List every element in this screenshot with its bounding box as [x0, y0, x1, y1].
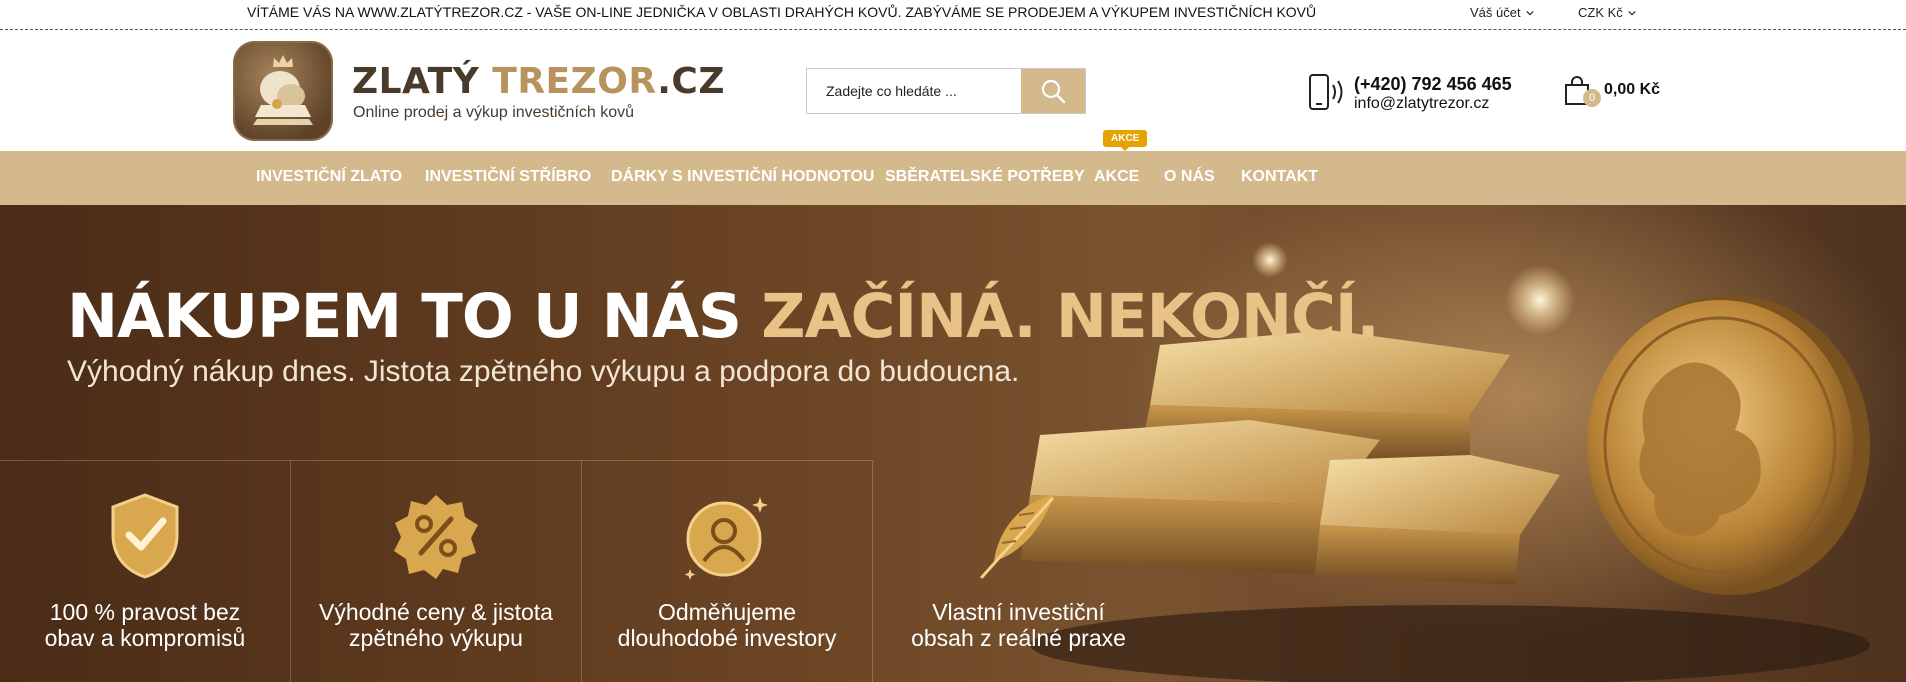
feature-prices-text: Výhodné ceny & jistota zpětného výkupu — [291, 599, 581, 651]
phone-number[interactable]: (+420) 792 456 465 — [1354, 74, 1512, 95]
feature-content: Vlastní investiční obsah z reálné praxe — [873, 461, 1164, 682]
nav-item-darky[interactable]: DÁRKY S INVESTIČNÍ HODNOTOU — [611, 168, 874, 186]
nav-item-kontakt[interactable]: KONTAKT — [1241, 168, 1318, 186]
cart-total[interactable]: 0,00 Kč — [1604, 81, 1660, 99]
brand-name-part1: ZLATÝ — [352, 61, 480, 102]
nav-item-investicni-zlato[interactable]: INVESTIČNÍ ZLATO — [256, 168, 402, 186]
hero-banner: NÁKUPEM TO U NÁS ZAČÍNÁ. NEKONČÍ. Výhodn… — [0, 205, 1906, 682]
cart-count-badge: 0 — [1583, 89, 1601, 107]
nav-item-sberatelske-potreby[interactable]: SBĚRATELSKÉ POTŘEBY — [885, 168, 1085, 186]
search-box — [806, 68, 1086, 114]
currency-label: CZK Kč — [1578, 5, 1623, 20]
feature-text-line1: Vlastní investiční — [932, 599, 1105, 625]
search-input[interactable] — [807, 69, 1021, 113]
account-label: Váš účet — [1470, 5, 1521, 20]
feature-text-line2: zpětného výkupu — [349, 625, 523, 651]
brand-tagline: Online prodej a výkup investičních kovů — [353, 104, 635, 121]
feature-prices: Výhodné ceny & jistota zpětného výkupu — [291, 461, 582, 682]
phone-icon — [1309, 74, 1343, 110]
feature-text-line1: 100 % pravost bez — [49, 599, 241, 625]
lion-logo-icon[interactable] — [233, 41, 333, 141]
brand-name-part3: .CZ — [657, 61, 725, 102]
nav-item-akce[interactable]: AKCE — [1094, 168, 1139, 186]
main-navigation: INVESTIČNÍ ZLATO INVESTIČNÍ STŘÍBRO DÁRK… — [0, 151, 1906, 205]
feather-icon — [980, 495, 1054, 579]
hero-title-white: NÁKUPEM TO U NÁS — [67, 281, 762, 352]
feature-text-line1: Výhodné ceny & jistota — [319, 599, 553, 625]
akce-badge: AKCE — [1103, 130, 1148, 151]
search-button[interactable] — [1021, 69, 1085, 113]
chevron-down-icon — [1628, 10, 1636, 16]
feature-text-line2: obav a kompromisů — [44, 625, 246, 651]
brand-name[interactable]: ZLATÝ TREZOR.CZ — [352, 61, 725, 102]
feature-text-line2: dlouhodobé investory — [617, 625, 837, 651]
welcome-message: VÍTÁME VÁS NA WWW.ZLATÝTREZOR.CZ - VAŠE … — [247, 4, 1317, 20]
hero-subtitle: Výhodný nákup dnes. Jistota zpětného výk… — [67, 355, 1020, 388]
currency-dropdown[interactable]: CZK Kč — [1578, 5, 1636, 20]
feature-authenticity: 100 % pravost bez obav a kompromisů — [0, 461, 291, 682]
nav-item-investicni-stribro[interactable]: INVESTIČNÍ STŘÍBRO — [425, 168, 591, 186]
feature-rewards-text: Odměňujeme dlouhodobé investory — [582, 599, 872, 651]
site-header: ZLATÝ TREZOR.CZ Online prodej a výkup in… — [0, 31, 1906, 151]
feature-content-text: Vlastní investiční obsah z reálné praxe — [873, 599, 1164, 651]
search-icon — [1041, 79, 1066, 104]
email-link[interactable]: info@zlatytrezor.cz — [1354, 95, 1489, 113]
hero-title-gold: ZAČÍNÁ. NEKONČÍ. — [761, 281, 1380, 352]
top-bar: VÍTÁME VÁS NA WWW.ZLATÝTREZOR.CZ - VAŠE … — [0, 0, 1906, 30]
feature-rewards: Odměňujeme dlouhodobé investory — [582, 461, 873, 682]
account-dropdown[interactable]: Váš účet — [1470, 5, 1534, 20]
hero-title: NÁKUPEM TO U NÁS ZAČÍNÁ. NEKONČÍ. — [67, 281, 1380, 352]
features-row: 100 % pravost bez obav a kompromisů Výho… — [0, 460, 1126, 682]
shield-check-icon — [111, 493, 179, 579]
feature-text-line1: Odměňujeme — [657, 599, 797, 625]
brand-name-part2: TREZOR — [492, 61, 658, 102]
nav-item-o-nas[interactable]: O NÁS — [1164, 168, 1215, 186]
feature-text-line2: obsah z reálné praxe — [911, 625, 1126, 651]
percent-badge-icon — [394, 495, 478, 579]
user-circle-icon — [684, 497, 768, 580]
chevron-down-icon — [1525, 10, 1534, 16]
feature-authenticity-text: 100 % pravost bez obav a kompromisů — [0, 599, 290, 651]
